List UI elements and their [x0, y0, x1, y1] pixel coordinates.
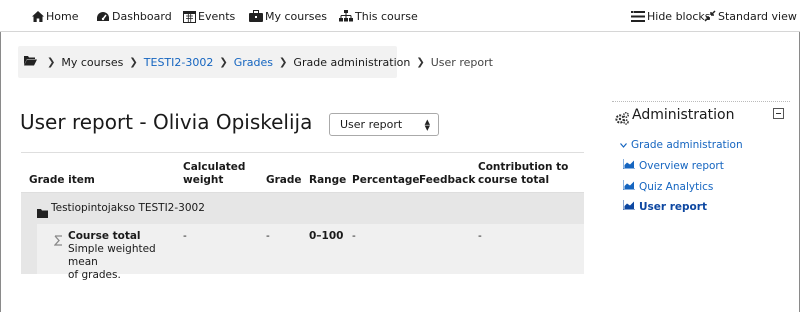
header-percentage: Percentage: [352, 174, 420, 186]
list-icon: [631, 10, 647, 22]
admin-item-quiz-analytics[interactable]: Quiz Analytics: [622, 180, 714, 193]
course-total-name: Course total: [68, 230, 141, 242]
admin-item-label: User report: [639, 200, 707, 213]
nav-dashboard[interactable]: Dashboard: [96, 8, 172, 24]
breadcrumb-separator: ❯: [416, 56, 425, 68]
header-calculated-weight: Calculated weight: [183, 161, 245, 187]
course-desc-line1: Simple weighted mean: [68, 243, 156, 268]
admin-item-label: Overview report: [639, 159, 724, 172]
hide-blocks-label: Hide blocks: [647, 9, 711, 23]
nav-this-course[interactable]: This course: [339, 8, 418, 24]
nav-events[interactable]: Events: [183, 8, 235, 24]
course-desc-line2: of grades.: [68, 269, 121, 281]
grade-table: Grade item Calculated weight Grade Range …: [21, 152, 584, 281]
breadcrumb-separator: ❯: [219, 56, 228, 68]
nav-this-course-label: This course: [355, 9, 418, 23]
page-title: User report - Olivia Opiskelija: [20, 110, 313, 134]
admin-item-overview-report[interactable]: Overview report: [622, 159, 724, 172]
table-header: Grade item Calculated weight Grade Range …: [21, 152, 584, 193]
nav-events-label: Events: [198, 9, 236, 23]
breadcrumb-separator: ❯: [279, 56, 288, 68]
area-chart-icon: [622, 159, 635, 172]
administration-block-title: Administration: [632, 107, 735, 123]
admin-item-label: Quiz Analytics: [639, 180, 714, 193]
header-grade-item: Grade item: [29, 174, 95, 186]
course-total-row: Course total Simple weighted mean of grad…: [21, 224, 584, 281]
administration-block-header: Administration: [612, 101, 790, 129]
briefcase-icon: [249, 10, 265, 22]
compress-icon: [704, 10, 718, 22]
sitemap-icon: [339, 10, 355, 22]
header-weight-line2: weight: [183, 174, 224, 186]
area-chart-icon: [622, 200, 635, 213]
gears-icon: [615, 110, 629, 129]
nav-home[interactable]: Home: [32, 8, 78, 24]
course-total-contribution: -: [478, 230, 482, 242]
chevron-down-icon: [620, 139, 627, 151]
top-navbar: Home Dashboard Events My courses This co…: [0, 0, 800, 32]
course-total-range: 0–100: [309, 230, 344, 242]
block-collapse-button[interactable]: [773, 108, 784, 119]
breadcrumb-grade-administration[interactable]: Grade administration: [293, 56, 410, 69]
nav-my-courses-label: My courses: [265, 9, 327, 23]
calendar-icon: [183, 10, 198, 23]
breadcrumb: ❯ My courses ❯ TESTI2-3002 ❯ Grades ❯ Gr…: [18, 46, 493, 78]
home-icon: [32, 10, 46, 22]
admin-item-user-report[interactable]: User report: [622, 200, 707, 213]
dashboard-icon: [96, 11, 112, 22]
nav-home-label: Home: [46, 9, 79, 23]
course-total-description: Simple weighted mean of grades.: [68, 243, 188, 282]
category-row: Testiopintojakso TESTI2-3002: [21, 193, 584, 224]
course-total-grade: -: [266, 230, 270, 242]
admin-grade-administration[interactable]: Grade administration: [620, 139, 743, 151]
nav-my-courses[interactable]: My courses: [249, 8, 327, 24]
report-type-select[interactable]: User report ▲ ▼: [329, 113, 439, 136]
row-indent: [21, 224, 37, 274]
standard-view-button[interactable]: Standard view: [704, 8, 797, 24]
category-name: Testiopintojakso TESTI2-3002: [51, 202, 205, 214]
hide-blocks-button[interactable]: Hide blocks: [631, 8, 711, 24]
breadcrumb-grades[interactable]: Grades: [234, 56, 273, 69]
folder-icon: [37, 203, 48, 222]
breadcrumb-separator: ❯: [47, 56, 56, 68]
area-chart-icon: [622, 180, 635, 193]
course-total-percentage: -: [352, 230, 356, 242]
nav-dashboard-label: Dashboard: [112, 9, 172, 23]
course-total-weight: -: [183, 230, 187, 242]
standard-view-label: Standard view: [718, 9, 797, 23]
folder-open-icon: [24, 55, 37, 69]
header-feedback: Feedback: [419, 174, 476, 186]
header-contribution: Contribution to course total: [478, 161, 568, 187]
header-weight-line1: Calculated: [183, 161, 246, 173]
breadcrumb-course[interactable]: TESTI2-3002: [144, 56, 214, 69]
header-grade: Grade: [266, 174, 302, 186]
report-select-value: User report: [340, 118, 403, 131]
breadcrumb-separator: ❯: [129, 56, 138, 68]
header-range: Range: [309, 174, 347, 186]
sigma-icon: [53, 231, 64, 250]
admin-section-label: Grade administration: [631, 139, 743, 151]
select-caret-icon: ▲ ▼: [424, 118, 430, 132]
header-contribution-line1: Contribution to: [478, 161, 569, 173]
breadcrumb-user-report: User report: [430, 55, 493, 69]
header-contribution-line2: course total: [478, 174, 550, 186]
breadcrumb-my-courses[interactable]: My courses: [61, 56, 123, 69]
